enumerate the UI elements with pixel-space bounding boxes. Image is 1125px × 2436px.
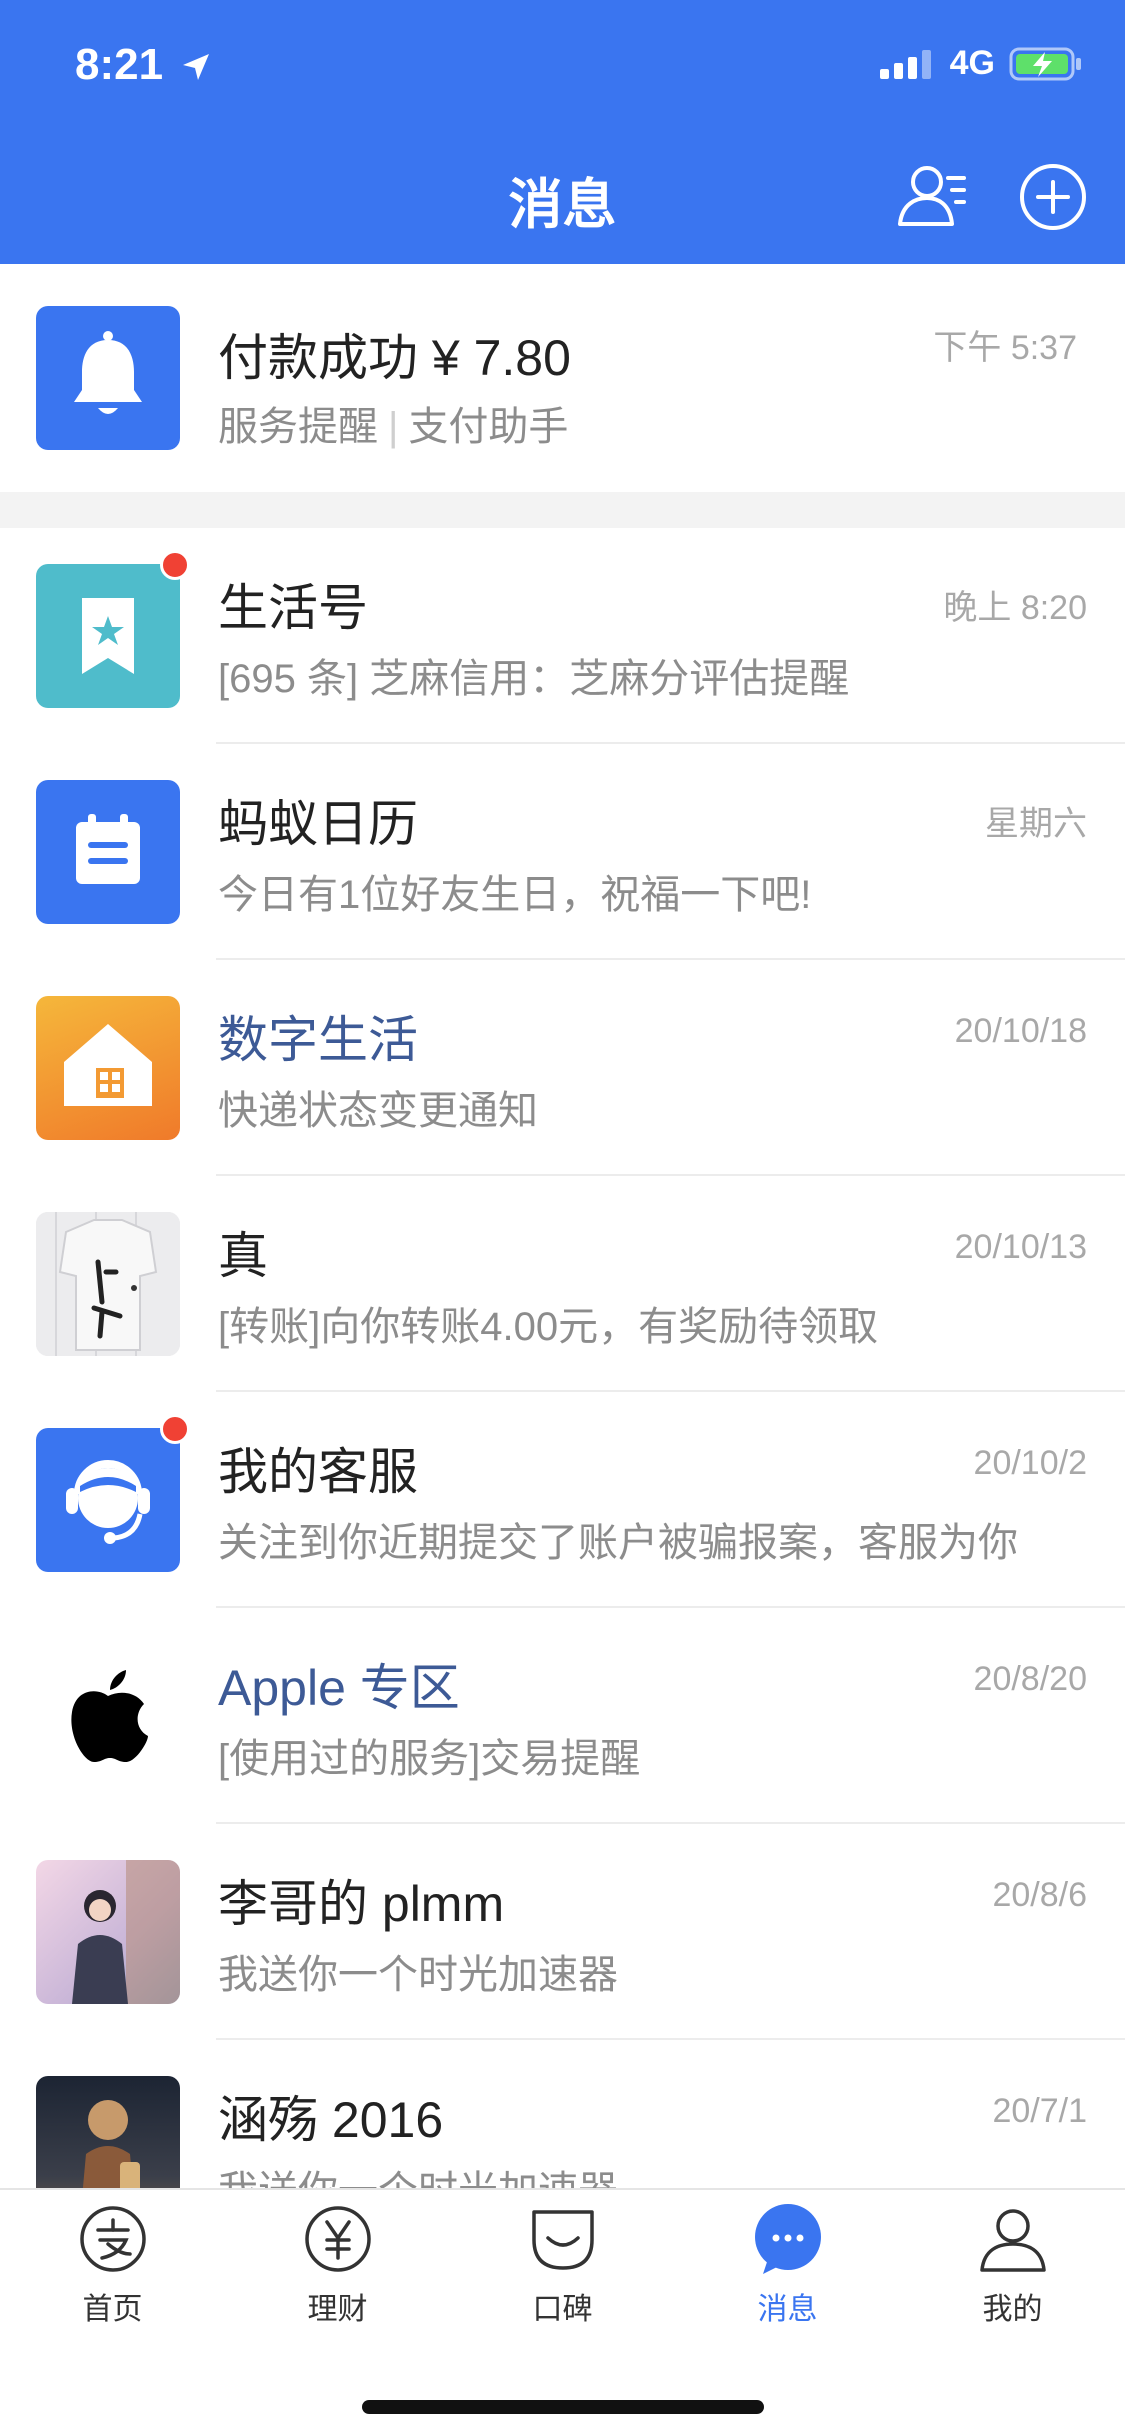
- message-name: 涵殇 2016: [218, 2092, 444, 2148]
- bookmark-star-icon: [82, 598, 134, 674]
- message-time: 20/10/18: [954, 1012, 1087, 1050]
- payment-time: 下午 5:37: [933, 329, 1077, 367]
- tab-label: 我的: [982, 2293, 1043, 2326]
- hanshang-photo-avatar: [36, 2076, 180, 2188]
- message-row-zhen[interactable]: 真 20/10/13 [转账]向你转账4.00元，有奖励待领取: [0, 1176, 1125, 1392]
- message-name: 生活号: [218, 580, 368, 636]
- payment-notification-row[interactable]: 付款成功 ¥ 7.80 下午 5:37 服务提醒 | 支付助手: [0, 264, 1125, 492]
- tab-messages[interactable]: 消息: [675, 2204, 900, 2334]
- message-time: 20/10/13: [954, 1228, 1087, 1266]
- tab-label: 口碑: [532, 2293, 593, 2326]
- message-time: 星期六: [985, 805, 1087, 843]
- message-time: 20/8/6: [992, 1876, 1087, 1914]
- unread-badge: [160, 550, 190, 580]
- bell-icon: [74, 331, 142, 414]
- message-row-customer-service[interactable]: 我的客服 20/10/2 关注到你近期提交了账户被骗报案，客服为你: [0, 1392, 1125, 1608]
- message-preview: [695 条] 芝麻信用：芝麻分评估提醒: [218, 657, 850, 701]
- message-row-digital-life[interactable]: 数字生活 20/10/18 快递状态变更通知: [0, 960, 1125, 1176]
- tab-label: 消息: [757, 2293, 818, 2326]
- chat-bubble-icon: [755, 2204, 821, 2274]
- home-indicator[interactable]: [362, 2400, 764, 2414]
- payment-subtitle: 服务提醒 | 支付助手: [218, 394, 1078, 452]
- add-button[interactable]: [1016, 160, 1090, 234]
- section-gap: [0, 492, 1125, 528]
- yen-coin-icon: [305, 2206, 371, 2272]
- signal-icon: [879, 49, 931, 79]
- plus-circle-icon: [1020, 164, 1086, 230]
- message-preview: 今日有1位好友生日，祝福一下吧!: [218, 873, 812, 917]
- message-name: Apple 专区: [218, 1660, 460, 1716]
- tab-finance[interactable]: 理财: [225, 2204, 450, 2334]
- message-row-apple[interactable]: Apple 专区 20/8/20 [使用过的服务]交易提醒: [0, 1608, 1125, 1824]
- tab-label: 理财: [307, 2293, 368, 2326]
- tab-home[interactable]: 首页: [0, 2204, 225, 2334]
- message-time: 20/8/20: [973, 1660, 1087, 1698]
- message-name: 我的客服: [218, 1444, 418, 1500]
- contacts-icon: [898, 166, 966, 226]
- house-icon: [64, 1024, 152, 1106]
- message-time: 20/7/1: [992, 2092, 1087, 2130]
- payment-title: 付款成功 ¥ 7.80: [218, 330, 571, 386]
- message-row-life-account[interactable]: 生活号 晚上 8:20 [695 条] 芝麻信用：芝麻分评估提醒: [0, 528, 1125, 744]
- tab-koubei[interactable]: 口碑: [450, 2204, 675, 2334]
- tab-label: 首页: [82, 2293, 143, 2326]
- koubei-smile-icon: [532, 2210, 594, 2270]
- ant-calendar-avatar: [36, 780, 180, 924]
- message-name: 真: [218, 1228, 268, 1284]
- digital-life-avatar: [36, 996, 180, 1140]
- message-preview: 快递状态变更通知: [218, 1089, 538, 1133]
- lige-plmm-photo-avatar: [36, 1860, 180, 2004]
- apple-logo-icon: [71, 1670, 148, 1762]
- service-reminder-label: 服务提醒: [218, 405, 378, 449]
- message-row-hanshang-2016[interactable]: 涵殇 2016 20/7/1 我送你一个时光加速器: [0, 2040, 1125, 2188]
- message-preview: [转账]向你转账4.00元，有奖励待领取: [218, 1305, 879, 1349]
- zhen-photo-avatar: [36, 1212, 180, 1356]
- character-photo: [82, 2100, 140, 2188]
- message-list: 生活号 晚上 8:20 [695 条] 芝麻信用：芝麻分评估提醒 蚂蚁日历 星期…: [0, 528, 1125, 2188]
- top-header: 8:21 4G 消息: [0, 0, 1125, 264]
- clock-text: 8:21: [75, 40, 164, 89]
- bottom-tab-bar: 首页 理财 口碑 消息 我的: [0, 2188, 1125, 2436]
- message-preview: [使用过的服务]交易提醒: [218, 1737, 641, 1781]
- message-name: 蚂蚁日历: [218, 796, 418, 852]
- message-preview: 关注到你近期提交了账户被骗报案，客服为你: [218, 1521, 1018, 1565]
- apple-avatar: [36, 1644, 180, 1788]
- customer-service-avatar: [36, 1428, 180, 1572]
- headset-agent-icon: [66, 1460, 150, 1544]
- contacts-button[interactable]: [896, 160, 970, 234]
- calendar-icon: [76, 814, 140, 884]
- person-icon: [980, 2209, 1046, 2272]
- tshirt-photo: [36, 1212, 180, 1356]
- tab-profile[interactable]: 我的: [900, 2204, 1125, 2334]
- status-indicators: 4G: [879, 44, 1083, 83]
- portrait-photo: [72, 1860, 180, 2004]
- service-avatar: [36, 306, 180, 450]
- message-row-lige-plmm[interactable]: 李哥的 plmm 20/8/6 我送你一个时光加速器: [0, 1824, 1125, 2040]
- alipay-home-icon: [80, 2206, 146, 2272]
- payment-assistant-label: 支付助手: [408, 405, 569, 449]
- location-arrow-icon: [183, 54, 210, 81]
- message-name: 数字生活: [218, 1012, 418, 1068]
- message-row-ant-calendar[interactable]: 蚂蚁日历 星期六 今日有1位好友生日，祝福一下吧!: [0, 744, 1125, 960]
- divider: |: [388, 405, 399, 449]
- message-preview: 我送你一个时光加速器: [218, 1953, 618, 1997]
- status-time: 8:21: [75, 40, 211, 90]
- message-preview: 我送你一个时光加速器: [218, 2158, 1078, 2188]
- message-time: 晚上 8:20: [943, 589, 1087, 627]
- unread-badge: [160, 1414, 190, 1444]
- message-time: 20/10/2: [973, 1444, 1087, 1482]
- life-account-avatar: [36, 564, 180, 708]
- network-label: 4G: [949, 44, 995, 82]
- message-name: 李哥的 plmm: [218, 1876, 505, 1932]
- battery-icon: [1009, 47, 1081, 80]
